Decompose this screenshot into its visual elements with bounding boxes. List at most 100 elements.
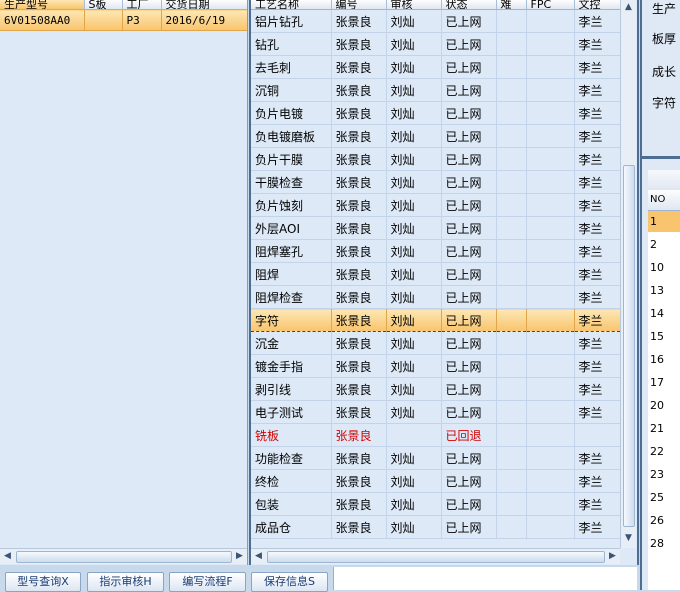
process-row[interactable]: 阻焊塞孔 张景良 刘灿 已上网 李兰 — [251, 239, 621, 263]
process-row[interactable]: 镀金手指 张景良 刘灿 已上网 李兰 — [251, 354, 621, 378]
mid-vscroll-thumb[interactable] — [623, 165, 635, 527]
cell-review: 刘灿 — [386, 262, 442, 286]
cell-code: 张景良 — [331, 285, 387, 309]
process-row[interactable]: 负电镀磨板 张景良 刘灿 已上网 李兰 — [251, 124, 621, 148]
cell-difficulty — [496, 216, 527, 240]
cell-doc-control — [574, 423, 621, 447]
process-row[interactable]: 负片蚀刻 张景良 刘灿 已上网 李兰 — [251, 193, 621, 217]
cell-status: 已上网 — [441, 216, 497, 240]
cell-fpc — [526, 147, 575, 171]
cell-doc-control: 李兰 — [574, 124, 621, 148]
cell-status: 已上网 — [441, 377, 497, 401]
cell-difficulty — [496, 78, 527, 102]
col-doc-control[interactable]: 文控 — [574, 0, 621, 10]
cell-doc-control: 李兰 — [574, 147, 621, 171]
cell-code: 张景良 — [331, 262, 387, 286]
cell-fpc — [526, 101, 575, 125]
cell-process-name: 负片蚀刻 — [251, 193, 332, 217]
status-area — [333, 567, 637, 590]
left-hscroll-thumb[interactable] — [16, 551, 232, 563]
col-delivery-date[interactable]: 交货日期 — [161, 0, 247, 10]
label-thickness: 板厚 — [652, 32, 677, 46]
cell-process-name: 负片干膜 — [251, 147, 332, 171]
cell-code: 张景良 — [331, 32, 387, 56]
process-row[interactable]: 功能检查 张景良 刘灿 已上网 李兰 — [251, 446, 621, 470]
write-flow-button[interactable]: 编写流程F — [169, 572, 246, 592]
cell-status: 已上网 — [441, 239, 497, 263]
col-difficulty[interactable]: 难 — [496, 0, 527, 10]
cell-code: 张景良 — [331, 147, 387, 171]
col-review[interactable]: 审核 — [386, 0, 442, 10]
scroll-up-icon[interactable]: ▲ — [622, 1, 635, 14]
col-factory[interactable]: 工厂 — [122, 0, 162, 10]
cell-date: 2016/6/19 — [161, 9, 247, 31]
cell-fpc — [526, 193, 575, 217]
cell-process-name: 铝片钻孔 — [251, 9, 332, 33]
label-character: 字符 — [652, 96, 677, 110]
scroll-left-icon[interactable]: ◀ — [1, 550, 14, 563]
cell-process-name: 铣板 — [251, 423, 332, 447]
cell-status: 已上网 — [441, 515, 497, 539]
col-code[interactable]: 编号 — [331, 0, 387, 10]
process-row[interactable]: 阻焊 张景良 刘灿 已上网 李兰 — [251, 262, 621, 286]
mid-vscrollbar[interactable]: ▲ ▼ — [620, 0, 636, 548]
right-list-header: NO — [648, 190, 680, 211]
process-row[interactable]: 去毛刺 张景良 刘灿 已上网 李兰 — [251, 55, 621, 79]
col-s-board[interactable]: S板 — [84, 0, 123, 10]
cell-code: 张景良 — [331, 423, 387, 447]
cell-status: 已上网 — [441, 193, 497, 217]
col-process-name[interactable]: 工艺名称 — [251, 0, 332, 10]
cell-doc-control: 李兰 — [574, 170, 621, 194]
right-list-number: 13 — [650, 284, 664, 297]
cell-doc-control: 李兰 — [574, 308, 621, 332]
cell-difficulty — [496, 285, 527, 309]
cell-fpc — [526, 400, 575, 424]
process-row[interactable]: 铝片钻孔 张景良 刘灿 已上网 李兰 — [251, 9, 621, 33]
cell-status: 已上网 — [441, 9, 497, 33]
cell-review: 刘灿 — [386, 170, 442, 194]
cell-code: 张景良 — [331, 377, 387, 401]
process-row[interactable]: 外层AOI 张景良 刘灿 已上网 李兰 — [251, 216, 621, 240]
save-info-button[interactable]: 保存信息S — [251, 572, 328, 592]
process-row[interactable]: 铣板 张景良 已回退 — [251, 423, 621, 447]
cell-fpc — [526, 515, 575, 539]
process-row[interactable]: 电子测试 张景良 刘灿 已上网 李兰 — [251, 400, 621, 424]
scroll-right-icon[interactable]: ▶ — [606, 550, 619, 563]
scroll-left-icon[interactable]: ◀ — [252, 550, 265, 563]
cell-code: 张景良 — [331, 515, 387, 539]
cell-review: 刘灿 — [386, 124, 442, 148]
process-row[interactable]: 负片电镀 张景良 刘灿 已上网 李兰 — [251, 101, 621, 125]
process-row[interactable]: 剥引线 张景良 刘灿 已上网 李兰 — [251, 377, 621, 401]
cell-fpc — [526, 492, 575, 516]
process-row[interactable]: 钻孔 张景良 刘灿 已上网 李兰 — [251, 32, 621, 56]
process-row[interactable]: 负片干膜 张景良 刘灿 已上网 李兰 — [251, 147, 621, 171]
process-row[interactable]: 阻焊检查 张景良 刘灿 已上网 李兰 — [251, 285, 621, 309]
cell-review: 刘灿 — [386, 377, 442, 401]
process-row[interactable]: 成品仓 张景良 刘灿 已上网 李兰 — [251, 515, 621, 539]
col-fpc[interactable]: FPC — [526, 0, 575, 10]
cell-status: 已上网 — [441, 262, 497, 286]
process-row[interactable]: 字符 张景良 刘灿 已上网 李兰 — [251, 308, 621, 332]
scroll-right-icon[interactable]: ▶ — [233, 550, 246, 563]
mid-hscroll-thumb[interactable] — [267, 551, 605, 563]
process-row[interactable]: 包装 张景良 刘灿 已上网 李兰 — [251, 492, 621, 516]
bottom-toolbar: 型号查询X 指示审核H 编写流程F 保存信息S — [0, 567, 333, 592]
process-row[interactable]: 干膜检查 张景良 刘灿 已上网 李兰 — [251, 170, 621, 194]
instruction-review-button[interactable]: 指示审核H — [87, 572, 164, 592]
cell-process-name: 钻孔 — [251, 32, 332, 56]
col-status[interactable]: 状态 — [441, 0, 497, 10]
cell-doc-control: 李兰 — [574, 262, 621, 286]
cell-code: 张景良 — [331, 469, 387, 493]
col-model[interactable]: 生产型号 — [0, 0, 85, 10]
cell-review: 刘灿 — [386, 239, 442, 263]
model-row[interactable]: 6V01508AA0 P3 2016/6/19 — [0, 9, 247, 31]
left-hscrollbar[interactable]: ◀ ▶ — [0, 548, 247, 564]
process-row[interactable]: 沉金 张景良 刘灿 已上网 李兰 — [251, 331, 621, 355]
process-row[interactable]: 终检 张景良 刘灿 已上网 李兰 — [251, 469, 621, 493]
model-query-button[interactable]: 型号查询X — [5, 572, 81, 592]
cell-doc-control: 李兰 — [574, 331, 621, 355]
process-row[interactable]: 沉铜 张景良 刘灿 已上网 李兰 — [251, 78, 621, 102]
process-table-header: 工艺名称 编号 审核 状态 难 FPC 文控 — [251, 0, 621, 10]
scroll-down-icon[interactable]: ▼ — [622, 532, 635, 545]
mid-hscrollbar[interactable]: ◀ ▶ — [251, 548, 620, 564]
